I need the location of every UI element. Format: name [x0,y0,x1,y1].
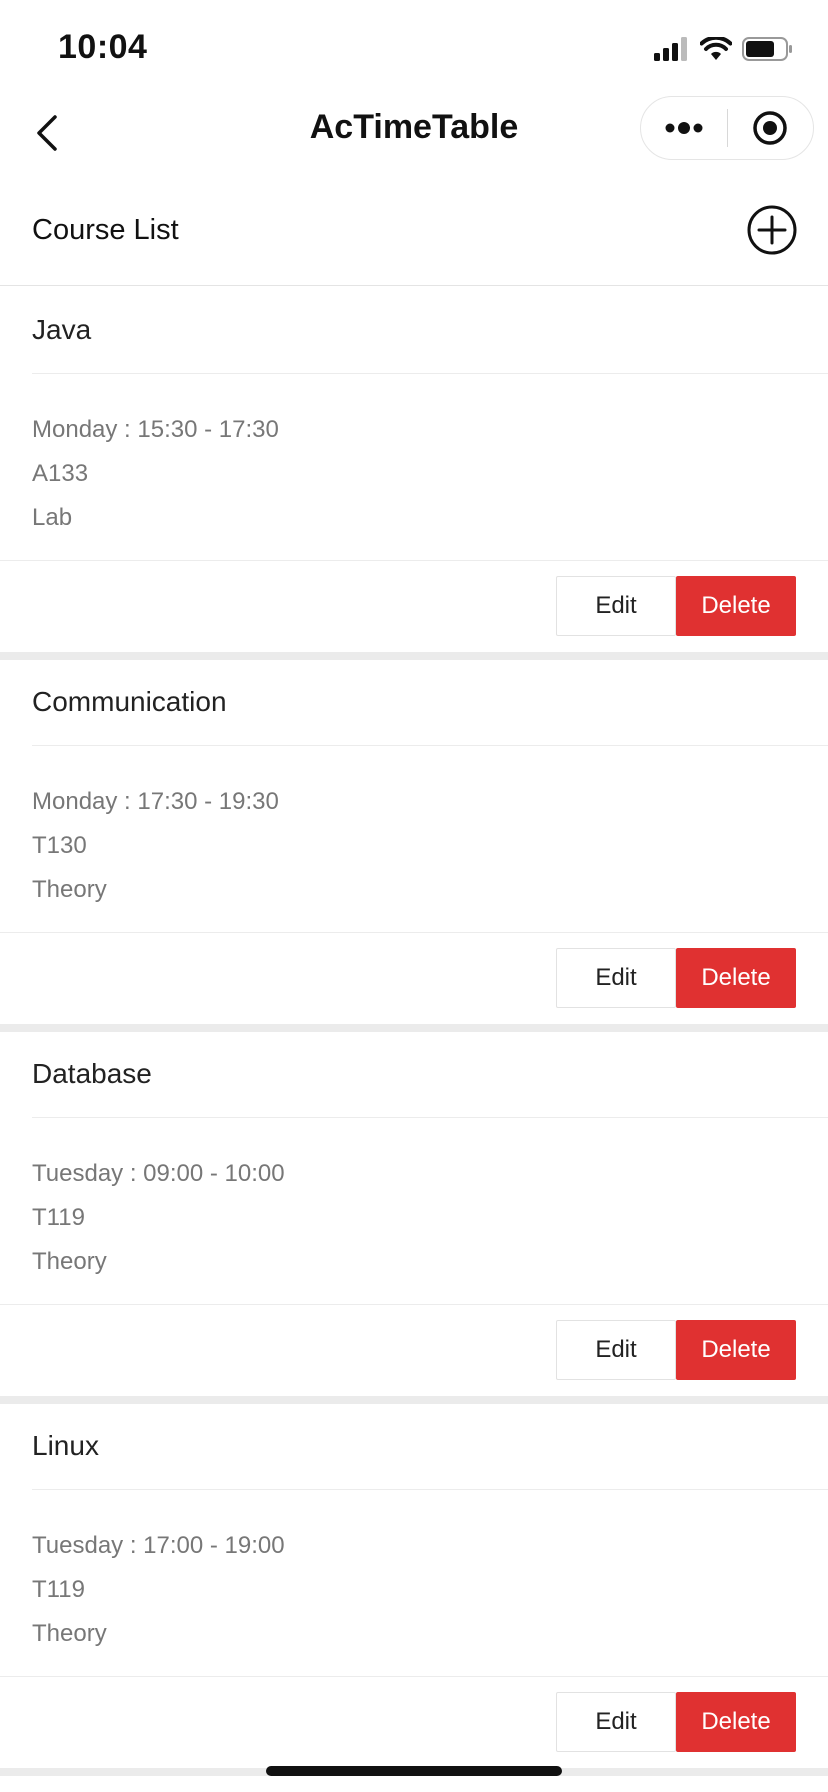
course-room: T130 [32,832,87,859]
add-course-button[interactable] [746,204,798,256]
delete-button[interactable]: Delete [676,576,796,636]
course-details: Tuesday : 09:00 - 10:00 T119 Theory [32,1152,285,1284]
status-time: 10:04 [58,28,148,66]
course-details: Monday : 17:30 - 19:30 T130 Theory [32,780,279,912]
edit-button[interactable]: Edit [556,1320,676,1380]
close-mini-program-button[interactable] [728,97,814,159]
more-dots-icon [665,122,703,134]
divider [32,745,828,746]
edit-button[interactable]: Edit [556,948,676,1008]
card-actions: Edit Delete [556,1320,796,1380]
divider [32,1117,828,1118]
course-name: Linux [32,1430,99,1461]
list-header: Course List [0,190,828,286]
course-card: Communication Monday : 17:30 - 19:30 T13… [0,660,828,1032]
course-type: Theory [32,876,107,903]
status-icons [654,34,794,68]
status-bar: 10:04 [0,0,828,100]
delete-button[interactable]: Delete [676,1320,796,1380]
card-actions: Edit Delete [556,576,796,636]
divider [0,560,828,561]
course-name: Communication [32,686,227,717]
course-name: Database [32,1058,152,1089]
course-schedule: Monday : 17:30 - 19:30 [32,788,279,815]
card-actions: Edit Delete [556,948,796,1008]
course-type: Theory [32,1248,107,1275]
course-card: Database Tuesday : 09:00 - 10:00 T119 Th… [0,1032,828,1404]
more-button[interactable] [641,97,727,159]
screen: 10:04 AcTimeTable Course List Java Monda… [0,0,828,1792]
plus-circle-icon [747,205,797,255]
delete-button[interactable]: Delete [676,948,796,1008]
home-indicator[interactable] [266,1766,562,1776]
course-details: Monday : 15:30 - 17:30 A133 Lab [32,408,279,540]
wifi-icon [699,35,733,66]
capsule-menu [640,96,814,160]
course-schedule: Tuesday : 17:00 - 19:00 [32,1532,285,1559]
course-type: Lab [32,504,73,531]
course-schedule: Tuesday : 09:00 - 10:00 [32,1160,285,1187]
course-room: A133 [32,460,89,487]
course-card: Java Monday : 15:30 - 17:30 A133 Lab Edi… [0,288,828,660]
edit-button[interactable]: Edit [556,576,676,636]
course-card: Linux Tuesday : 17:00 - 19:00 T119 Theor… [0,1404,828,1776]
course-schedule: Monday : 15:30 - 17:30 [32,416,279,443]
delete-button[interactable]: Delete [676,1692,796,1752]
list-title: Course List [32,214,179,246]
battery-icon [742,36,794,67]
divider [0,1304,828,1305]
course-details: Tuesday : 17:00 - 19:00 T119 Theory [32,1524,285,1656]
course-name: Java [32,314,92,345]
card-actions: Edit Delete [556,1692,796,1752]
course-type: Theory [32,1620,107,1647]
edit-button[interactable]: Edit [556,1692,676,1752]
nav-bar: AcTimeTable [0,88,828,178]
divider [0,1676,828,1677]
divider [32,1489,828,1490]
divider [32,373,828,374]
course-room: T119 [32,1204,85,1231]
course-room: T119 [32,1576,85,1603]
close-target-icon [753,111,787,145]
divider [0,932,828,933]
course-list: Java Monday : 15:30 - 17:30 A133 Lab Edi… [0,288,828,1776]
signal-icon [654,36,690,66]
